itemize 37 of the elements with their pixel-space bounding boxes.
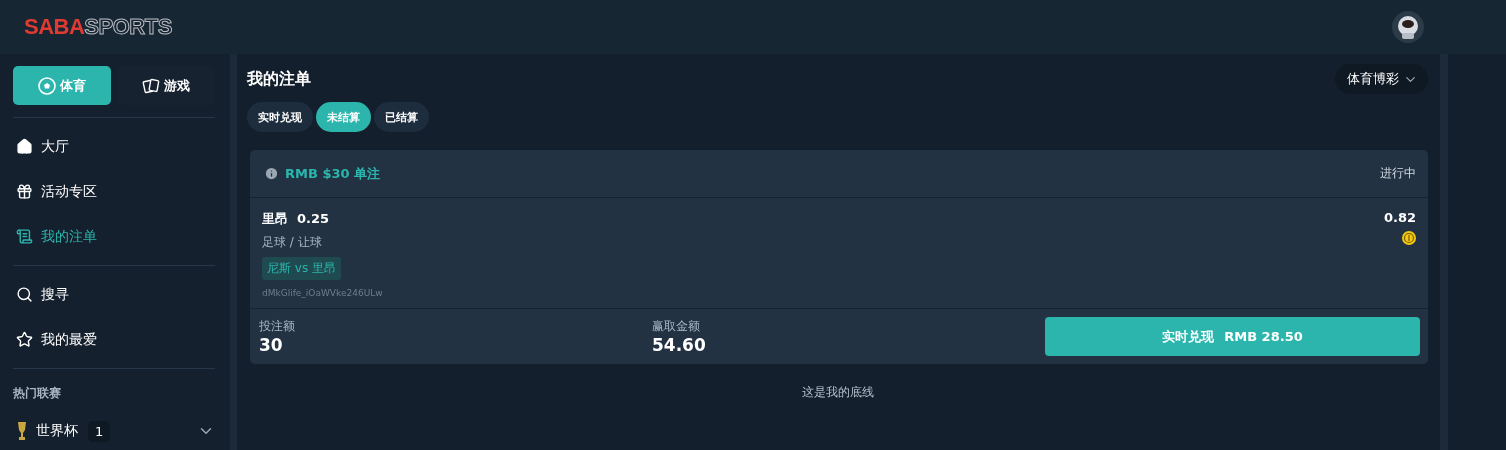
section-title: 热门联赛 bbox=[13, 385, 62, 402]
selection-line: 里昂 0.25 bbox=[262, 210, 330, 228]
gift-icon bbox=[16, 183, 33, 200]
soccer-ball-icon bbox=[38, 76, 56, 95]
filter-tab[interactable]: 已结算 bbox=[374, 102, 429, 132]
count-badge: 1 bbox=[88, 420, 111, 442]
league-item[interactable]: 世界杯 1 bbox=[13, 412, 215, 450]
bet-reference: dMkGlife_iOaWVke246ULw bbox=[262, 288, 383, 298]
win-value: 54.60 bbox=[652, 335, 707, 355]
bet-title: RMB $30 单注 bbox=[285, 164, 381, 183]
nav-item[interactable]: 活动专区 bbox=[13, 169, 215, 214]
star-icon bbox=[16, 331, 33, 348]
astronaut-avatar[interactable] bbox=[1392, 11, 1424, 43]
bet-status: 进行中 bbox=[1380, 165, 1416, 182]
stake-label: 投注额 bbox=[259, 318, 296, 335]
logo[interactable]: SABASPORTS bbox=[24, 14, 172, 40]
page-title: 我的注单 bbox=[247, 68, 311, 90]
market-label: 足球 / 让球 bbox=[262, 234, 322, 251]
match-tag: 尼斯 vs 里昂 bbox=[262, 257, 341, 280]
filter-tab[interactable]: 实时兑现 bbox=[247, 102, 313, 132]
coin-icon bbox=[1402, 231, 1416, 245]
end-note: 这是我的底线 bbox=[801, 384, 874, 401]
info-icon bbox=[264, 166, 279, 181]
league-name: 世界杯 bbox=[36, 422, 79, 440]
nav-item[interactable]: 我的注单 bbox=[13, 214, 215, 259]
search-icon bbox=[16, 286, 33, 303]
nav-item[interactable]: 大厅 bbox=[13, 124, 215, 169]
cards-icon bbox=[142, 76, 160, 95]
home-icon bbox=[16, 138, 33, 155]
nav-item[interactable]: 我的最爱 bbox=[13, 317, 215, 362]
nav-item[interactable]: 搜寻 bbox=[13, 272, 215, 317]
trophy-icon bbox=[16, 421, 28, 441]
stake-value: 30 bbox=[259, 335, 284, 355]
win-label: 赢取金额 bbox=[652, 318, 701, 335]
category-dropdown[interactable]: 体育博彩 bbox=[1335, 64, 1428, 94]
odds-value: 0.82 bbox=[1383, 210, 1416, 225]
scroll-icon bbox=[16, 228, 33, 245]
